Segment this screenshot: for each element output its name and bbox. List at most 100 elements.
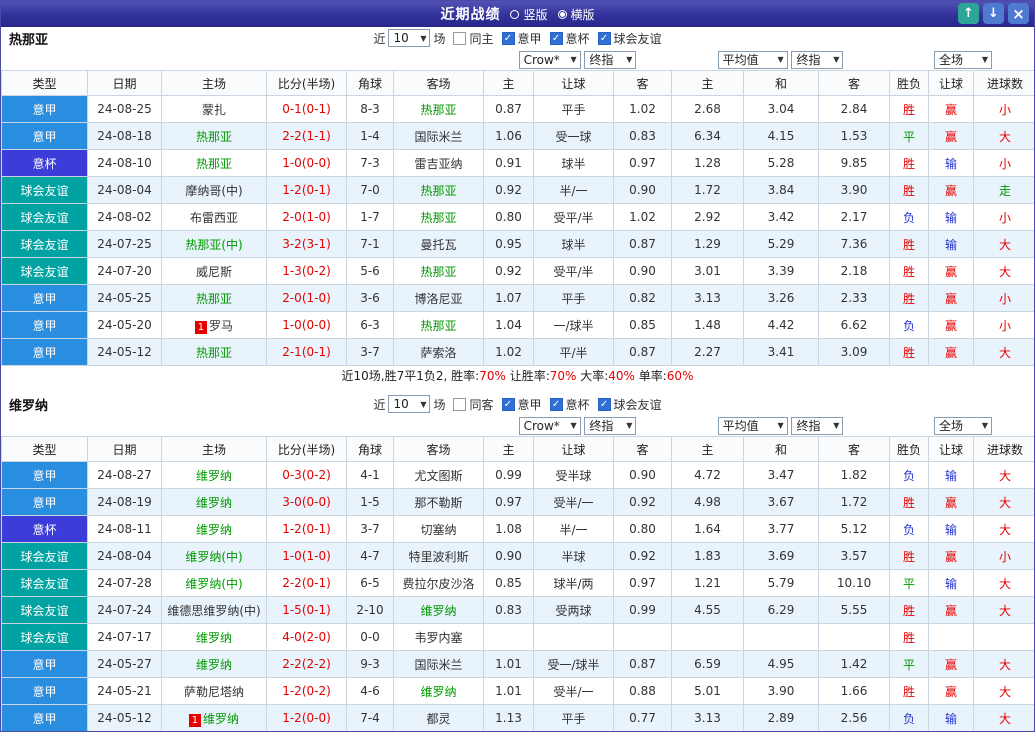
odds-company-select[interactable]: Crow*▼ bbox=[519, 51, 581, 69]
date-cell: 24-05-21 bbox=[88, 678, 162, 705]
team-link[interactable]: 热那亚 bbox=[420, 265, 456, 279]
avg-draw-cell: 3.26 bbox=[744, 285, 819, 312]
same-venue-checkbox[interactable] bbox=[453, 32, 466, 45]
handicap-result-cell: 赢 bbox=[929, 651, 974, 678]
team-link[interactable]: 维德思维罗纳(中) bbox=[167, 604, 260, 618]
dropdown-arrow-icon: ▼ bbox=[777, 55, 783, 64]
team-link[interactable]: 费拉尔皮沙洛 bbox=[402, 577, 474, 591]
away-team-cell: 维罗纳 bbox=[394, 678, 484, 705]
league-filter-checkbox[interactable]: ✓ bbox=[598, 398, 611, 411]
handicap-cell: 受一/球半 bbox=[534, 651, 614, 678]
avg-final-select[interactable]: 终指▼ bbox=[791, 51, 843, 69]
layout-vertical-option[interactable]: 竖版 bbox=[510, 6, 547, 23]
home-odds-cell: 0.92 bbox=[484, 177, 534, 204]
team-link[interactable]: 维罗纳 bbox=[196, 469, 232, 483]
team-link[interactable]: 蒙扎 bbox=[202, 103, 226, 117]
filter-controls: 近10▼场同主✓意甲✓意杯✓球会友谊 bbox=[373, 29, 661, 47]
team-link[interactable]: 萨勒尼塔纳 bbox=[184, 685, 244, 699]
team-link[interactable]: 热那亚 bbox=[420, 319, 456, 333]
team-link[interactable]: 维罗纳 bbox=[196, 658, 232, 672]
score-cell: 1-0(0-0) bbox=[267, 150, 347, 177]
team-link[interactable]: 都灵 bbox=[426, 712, 450, 726]
avg-away-cell: 2.56 bbox=[819, 705, 890, 732]
layout-horizontal-option[interactable]: 横版 bbox=[558, 6, 595, 23]
dropdown-arrow-icon: ▼ bbox=[626, 421, 632, 430]
avg-select[interactable]: 平均值▼ bbox=[718, 51, 788, 69]
avg-away-cell: 6.62 bbox=[819, 312, 890, 339]
avg-home-cell: 3.13 bbox=[672, 705, 744, 732]
team-link[interactable]: 维罗纳 bbox=[420, 685, 456, 699]
team-link[interactable]: 罗马 bbox=[209, 319, 233, 333]
corners-cell: 6-5 bbox=[347, 570, 394, 597]
scope-select[interactable]: 全场▼ bbox=[934, 417, 992, 435]
odds-company-select[interactable]: Crow*▼ bbox=[519, 417, 581, 435]
team-link[interactable]: 国际米兰 bbox=[414, 130, 462, 144]
team-link[interactable]: 维罗纳(中) bbox=[185, 550, 242, 564]
odds-final-select-value: 终指 bbox=[589, 417, 613, 434]
score-cell: 1-3(0-2) bbox=[267, 258, 347, 285]
date-cell: 24-07-20 bbox=[88, 258, 162, 285]
team-link[interactable]: 热那亚 bbox=[196, 346, 232, 360]
games-count-select[interactable]: 10▼ bbox=[388, 29, 430, 47]
odds-final-select[interactable]: 终指 ▼ bbox=[584, 417, 636, 435]
scroll-down-button[interactable]: ↓ bbox=[983, 3, 1004, 24]
team-link[interactable]: 国际米兰 bbox=[414, 658, 462, 672]
scope-select[interactable]: 全场▼ bbox=[934, 51, 992, 69]
score-cell: 2-0(1-0) bbox=[267, 204, 347, 231]
team-link[interactable]: 热那亚 bbox=[196, 130, 232, 144]
league-filter-checkbox[interactable]: ✓ bbox=[502, 398, 515, 411]
away-team-cell: 曼托瓦 bbox=[394, 231, 484, 258]
team-link[interactable]: 博洛尼亚 bbox=[414, 292, 462, 306]
team-link[interactable]: 布雷西亚 bbox=[190, 211, 238, 225]
team-link[interactable]: 热那亚 bbox=[196, 292, 232, 306]
corners-cell: 1-5 bbox=[347, 489, 394, 516]
handicap-result-cell: 输 bbox=[929, 204, 974, 231]
team-link[interactable]: 切塞纳 bbox=[420, 523, 456, 537]
games-count-select[interactable]: 10▼ bbox=[388, 395, 430, 413]
league-cell: 意甲 bbox=[2, 123, 88, 150]
avg-away-cell: 3.09 bbox=[819, 339, 890, 366]
handicap-result-cell: 赢 bbox=[929, 285, 974, 312]
league-filter-checkbox[interactable]: ✓ bbox=[598, 32, 611, 45]
team-link[interactable]: 特里波利斯 bbox=[408, 550, 468, 564]
scroll-up-button[interactable]: ↑ bbox=[958, 3, 979, 24]
team-link[interactable]: 摩纳哥(中) bbox=[185, 184, 242, 198]
team-link[interactable]: 维罗纳 bbox=[420, 604, 456, 618]
team-link[interactable]: 萨索洛 bbox=[420, 346, 456, 360]
team-link[interactable]: 维罗纳 bbox=[196, 523, 232, 537]
corners-cell: 4-6 bbox=[347, 678, 394, 705]
team-link[interactable]: 尤文图斯 bbox=[414, 469, 462, 483]
team-link[interactable]: 威尼斯 bbox=[196, 265, 232, 279]
up-arrow-icon: ↑ bbox=[963, 6, 974, 21]
team-link[interactable]: 韦罗内塞 bbox=[414, 631, 462, 645]
league-filter-checkbox[interactable]: ✓ bbox=[502, 32, 515, 45]
team-link[interactable]: 热那亚 bbox=[420, 103, 456, 117]
avg-final-select[interactable]: 终指▼ bbox=[791, 417, 843, 435]
team-link[interactable]: 热那亚 bbox=[420, 211, 456, 225]
team-link[interactable]: 热那亚(中) bbox=[185, 238, 242, 252]
team-link[interactable]: 曼托瓦 bbox=[420, 238, 456, 252]
league-filter-checkbox[interactable]: ✓ bbox=[550, 398, 563, 411]
dropdown-arrow-icon: ▼ bbox=[833, 55, 839, 64]
team-link[interactable]: 热那亚 bbox=[420, 184, 456, 198]
team-link[interactable]: 维罗纳 bbox=[196, 496, 232, 510]
team-link[interactable]: 维罗纳 bbox=[203, 712, 239, 726]
result-cell: 胜 bbox=[890, 489, 929, 516]
close-button[interactable]: × bbox=[1008, 3, 1029, 24]
team-link[interactable]: 雷吉亚纳 bbox=[414, 157, 462, 171]
odds-final-select[interactable]: 终指▼ bbox=[584, 51, 636, 69]
team-link[interactable]: 维罗纳(中) bbox=[185, 577, 242, 591]
games-suffix-label: 场 bbox=[433, 30, 445, 47]
same-venue-checkbox[interactable] bbox=[453, 398, 466, 411]
team-link[interactable]: 热那亚 bbox=[196, 157, 232, 171]
away-odds-cell: 0.90 bbox=[614, 177, 672, 204]
team-link[interactable]: 那不勒斯 bbox=[414, 496, 462, 510]
scope-select-cell: 全场▼ bbox=[890, 415, 1035, 437]
avg-home-cell: 6.59 bbox=[672, 651, 744, 678]
avg-draw-cell: 6.29 bbox=[744, 597, 819, 624]
match-row: 意甲24-05-25热那亚2-0(1-0)3-6博洛尼亚1.07平手0.823.… bbox=[2, 285, 1035, 312]
avg-select[interactable]: 平均值▼ bbox=[718, 417, 788, 435]
league-cell: 意甲 bbox=[2, 489, 88, 516]
league-filter-checkbox[interactable]: ✓ bbox=[550, 32, 563, 45]
team-link[interactable]: 维罗纳 bbox=[196, 631, 232, 645]
